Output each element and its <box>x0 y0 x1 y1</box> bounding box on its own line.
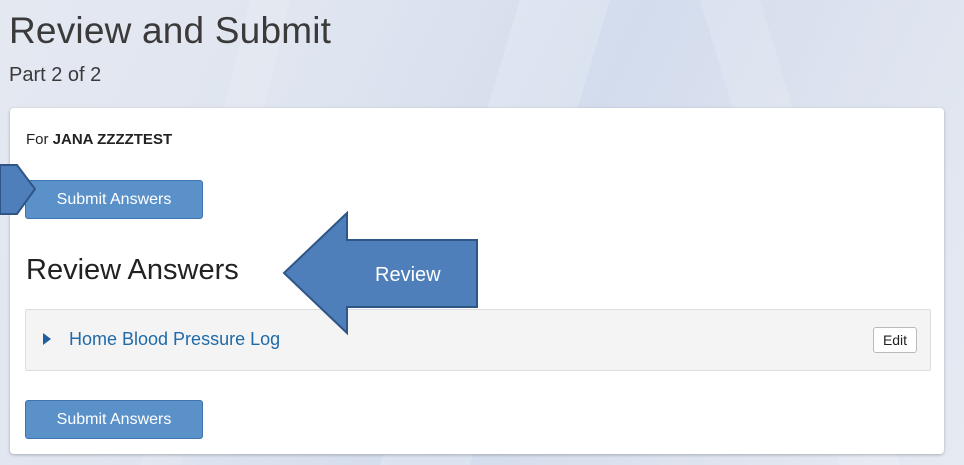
patient-line: For JANA ZZZZTEST <box>26 131 172 148</box>
edit-button[interactable]: Edit <box>873 327 917 353</box>
patient-prefix: For <box>26 131 49 148</box>
review-card: For JANA ZZZZTEST Submit Answers Review … <box>10 108 944 454</box>
caret-right-icon[interactable] <box>43 333 51 345</box>
page-subtitle: Part 2 of 2 <box>9 64 102 86</box>
review-item-link[interactable]: Home Blood Pressure Log <box>69 329 280 350</box>
page-title: Review and Submit <box>9 10 332 51</box>
submit-answers-button-top[interactable]: Submit Answers <box>25 180 203 219</box>
review-answers-heading: Review Answers <box>26 254 239 286</box>
review-item-panel: Home Blood Pressure Log Edit <box>25 309 931 371</box>
patient-name: JANA ZZZZTEST <box>52 131 173 148</box>
submit-answers-button-bottom[interactable]: Submit Answers <box>25 400 203 439</box>
review-callout-text: Review <box>375 264 441 286</box>
